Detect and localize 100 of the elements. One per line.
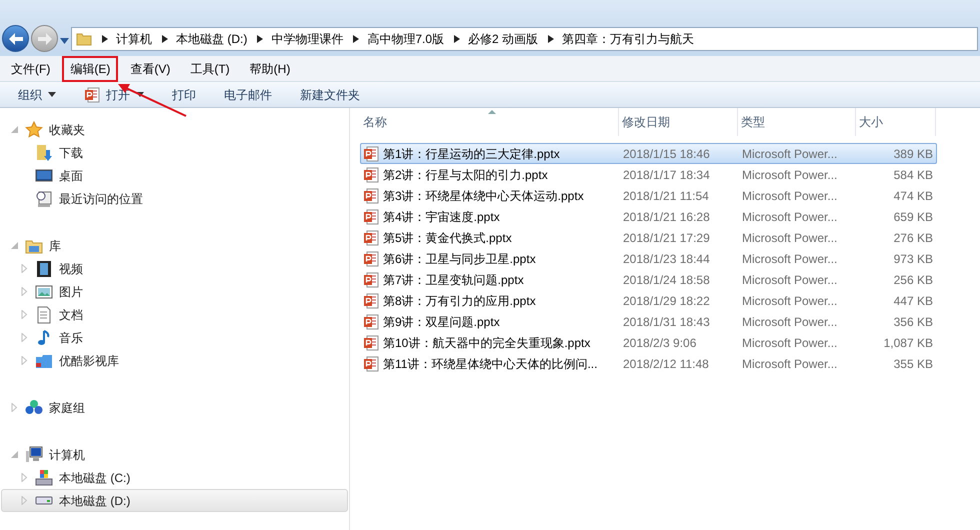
file-row[interactable]: 第10讲：航天器中的完全失重现象.pptx 2018/2/3 9:06 Microsoft Power... 1,087 KB bbox=[360, 332, 937, 353]
column-header[interactable]: 类型 bbox=[738, 108, 856, 136]
expand-arrow-icon[interactable] bbox=[20, 310, 29, 319]
slides-file-icon bbox=[363, 356, 379, 372]
date-cell-text: 2018/2/3 9:06 bbox=[622, 334, 698, 352]
file-name: 第4讲：宇宙速度.pptx bbox=[383, 208, 500, 226]
date-cell-text: 2018/2/12 11:48 bbox=[622, 356, 710, 372]
expand-arrow-icon[interactable] bbox=[10, 403, 19, 412]
breadcrumb[interactable]: 第四章：万有引力与航天 bbox=[562, 30, 694, 48]
file-name: 第9讲：双星问题.pptx bbox=[383, 314, 500, 330]
tree-item[interactable]: 文档 bbox=[1, 303, 348, 326]
expand-arrow-icon[interactable] bbox=[20, 356, 29, 365]
homegroup-icon bbox=[25, 398, 43, 416]
slides-file-icon bbox=[363, 334, 379, 350]
toolbar-button[interactable]: 打印 bbox=[166, 84, 202, 106]
breadcrumb[interactable]: 高中物理7.0版 bbox=[367, 30, 444, 48]
expand-arrow-icon[interactable] bbox=[20, 496, 29, 505]
size-cell-text: 973 KB bbox=[892, 250, 934, 268]
toolbar-button[interactable]: 新建文件夹 bbox=[294, 84, 366, 106]
sort-arrow-icon bbox=[488, 110, 496, 114]
date-cell-text: 2018/1/24 18:58 bbox=[622, 272, 711, 288]
date-cell-text: 2018/1/15 18:46 bbox=[622, 146, 711, 162]
menu-item[interactable]: 编辑(E) bbox=[62, 56, 118, 82]
tree-item[interactable]: 桌面 bbox=[1, 164, 348, 187]
column-header[interactable]: 修改日期 bbox=[619, 108, 738, 136]
address-bar[interactable]: 计算机 本地磁盘 (D:) 中学物理课件 高中物理7.0版 必修2 动画版 第四章：万有引力与航天 bbox=[71, 27, 978, 51]
expand-arrow-icon[interactable] bbox=[20, 473, 29, 482]
file-row[interactable]: 第5讲：黄金代换式.pptx 2018/1/21 17:29 Microsoft Power... 276 KB bbox=[360, 227, 937, 248]
toolbar-button[interactable]: 电子邮件 bbox=[218, 84, 278, 106]
file-row[interactable]: 第2讲：行星与太阳的引力.pptx 2018/1/17 18:34 Microsoft Power... 584 KB bbox=[360, 164, 937, 185]
date-cell-text: 2018/1/21 11:54 bbox=[622, 188, 710, 204]
file-name: 第6讲：卫星与同步卫星.pptx bbox=[383, 250, 536, 268]
separator-arrow-icon bbox=[548, 35, 554, 43]
image-icon bbox=[35, 282, 53, 300]
breadcrumb[interactable]: 必修2 动画版 bbox=[468, 30, 538, 48]
file-row[interactable]: 第7讲：卫星变轨问题.pptx 2018/1/24 18:58 Microsoft Power... 256 KB bbox=[360, 269, 937, 290]
slides-file-icon bbox=[84, 86, 100, 102]
file-row[interactable]: 第9讲：双星问题.pptx 2018/1/31 18:43 Microsoft Power... 356 KB bbox=[360, 311, 937, 332]
menu-item[interactable]: 查看(V) bbox=[122, 56, 178, 82]
tree-item[interactable]: 计算机 bbox=[1, 443, 348, 466]
collapse-arrow-icon[interactable] bbox=[10, 125, 19, 134]
tree-item[interactable]: 优酷影视库 bbox=[1, 349, 348, 372]
type-cell-text: Microsoft Power... bbox=[741, 188, 838, 204]
file-row[interactable]: 第6讲：卫星与同步卫星.pptx 2018/1/23 18:44 Microsoft Power... 973 KB bbox=[360, 248, 937, 269]
type-cell-text: Microsoft Power... bbox=[741, 356, 838, 372]
tree-item[interactable]: 收藏夹 bbox=[1, 118, 348, 141]
type-cell-text: Microsoft Power... bbox=[741, 250, 838, 268]
tree-item[interactable]: 图片 bbox=[1, 280, 348, 303]
expand-arrow-icon[interactable] bbox=[20, 287, 29, 296]
tree-item[interactable]: 最近访问的位置 bbox=[1, 187, 348, 210]
collapse-arrow-icon[interactable] bbox=[10, 241, 19, 250]
breadcrumb[interactable]: 计算机 bbox=[116, 30, 152, 48]
toolbar-button[interactable]: 组织 bbox=[12, 84, 62, 106]
tree-item[interactable]: 本地磁盘 (D:) bbox=[1, 489, 348, 512]
column-header[interactable]: 大小 bbox=[856, 108, 936, 136]
tree-item[interactable]: 音乐 bbox=[1, 326, 348, 349]
forward-arrow-icon bbox=[38, 32, 52, 44]
menu-item[interactable]: 工具(T) bbox=[182, 56, 238, 82]
menu-item[interactable]: 帮助(H) bbox=[242, 56, 298, 82]
size-cell-text: 474 KB bbox=[892, 188, 934, 204]
file-row[interactable]: 第3讲：环绕星体绕中心天体运动.pptx 2018/1/21 11:54 Microsoft Power... 474 KB bbox=[360, 185, 937, 206]
forward-button[interactable] bbox=[31, 25, 58, 52]
date-cell-text: 2018/1/17 18:34 bbox=[622, 166, 711, 184]
file-row[interactable]: 第4讲：宇宙速度.pptx 2018/1/21 16:28 Microsoft Power... 659 KB bbox=[360, 206, 937, 227]
column-header[interactable]: 名称 bbox=[360, 108, 619, 136]
history-caret-icon[interactable] bbox=[60, 38, 69, 44]
type-cell-text: Microsoft Power... bbox=[741, 230, 838, 246]
tree-item[interactable]: 视频 bbox=[1, 257, 348, 280]
menu-item[interactable]: 文件(F) bbox=[3, 56, 58, 82]
size-cell-text: 447 KB bbox=[892, 292, 934, 310]
size-cell-text: 1,087 KB bbox=[882, 334, 934, 352]
date-cell-text: 2018/1/23 18:44 bbox=[622, 250, 711, 268]
tree-item[interactable]: 下载 bbox=[1, 141, 348, 164]
expand-arrow-icon[interactable] bbox=[20, 333, 29, 342]
tree-item[interactable]: 本地磁盘 (C:) bbox=[1, 466, 348, 489]
size-cell-text: 276 KB bbox=[892, 230, 934, 246]
expand-arrow-icon[interactable] bbox=[20, 264, 29, 273]
file-name: 第1讲：行星运动的三大定律.pptx bbox=[383, 146, 560, 162]
tree-item[interactable]: 库 bbox=[1, 234, 348, 257]
type-cell-text: Microsoft Power... bbox=[741, 166, 838, 184]
date-cell-text: 2018/1/21 16:28 bbox=[622, 208, 711, 226]
tree-item[interactable]: 家庭组 bbox=[1, 396, 348, 419]
file-name: 第2讲：行星与太阳的引力.pptx bbox=[383, 166, 548, 184]
size-cell-text: 389 KB bbox=[892, 146, 934, 162]
file-row[interactable]: 第11讲：环绕星体绕中心天体的比例问... 2018/2/12 11:48 Microsoft Power... 355 KB bbox=[360, 353, 937, 374]
file-name: 第10讲：航天器中的完全失重现象.pptx bbox=[383, 334, 590, 352]
separator-arrow-icon bbox=[454, 35, 460, 43]
back-button[interactable] bbox=[2, 25, 29, 52]
collapse-arrow-icon[interactable] bbox=[10, 450, 19, 459]
breadcrumb[interactable]: 本地磁盘 (D:) bbox=[176, 30, 248, 48]
separator-arrow-icon bbox=[353, 35, 360, 43]
file-row[interactable]: 第1讲：行星运动的三大定律.pptx 2018/1/15 18:46 Microsoft Power... 389 KB bbox=[360, 143, 937, 164]
file-row[interactable]: 第8讲：万有引力的应用.pptx 2018/1/29 18:22 Microsoft Power... 447 KB bbox=[360, 290, 937, 311]
slides-file-icon bbox=[363, 188, 379, 204]
download-folder-icon bbox=[35, 144, 53, 162]
film-icon bbox=[35, 260, 53, 278]
breadcrumb[interactable]: 中学物理课件 bbox=[271, 30, 344, 48]
slides-file-icon bbox=[363, 292, 379, 308]
type-cell-text: Microsoft Power... bbox=[741, 334, 838, 352]
slides-file-icon bbox=[363, 272, 379, 288]
